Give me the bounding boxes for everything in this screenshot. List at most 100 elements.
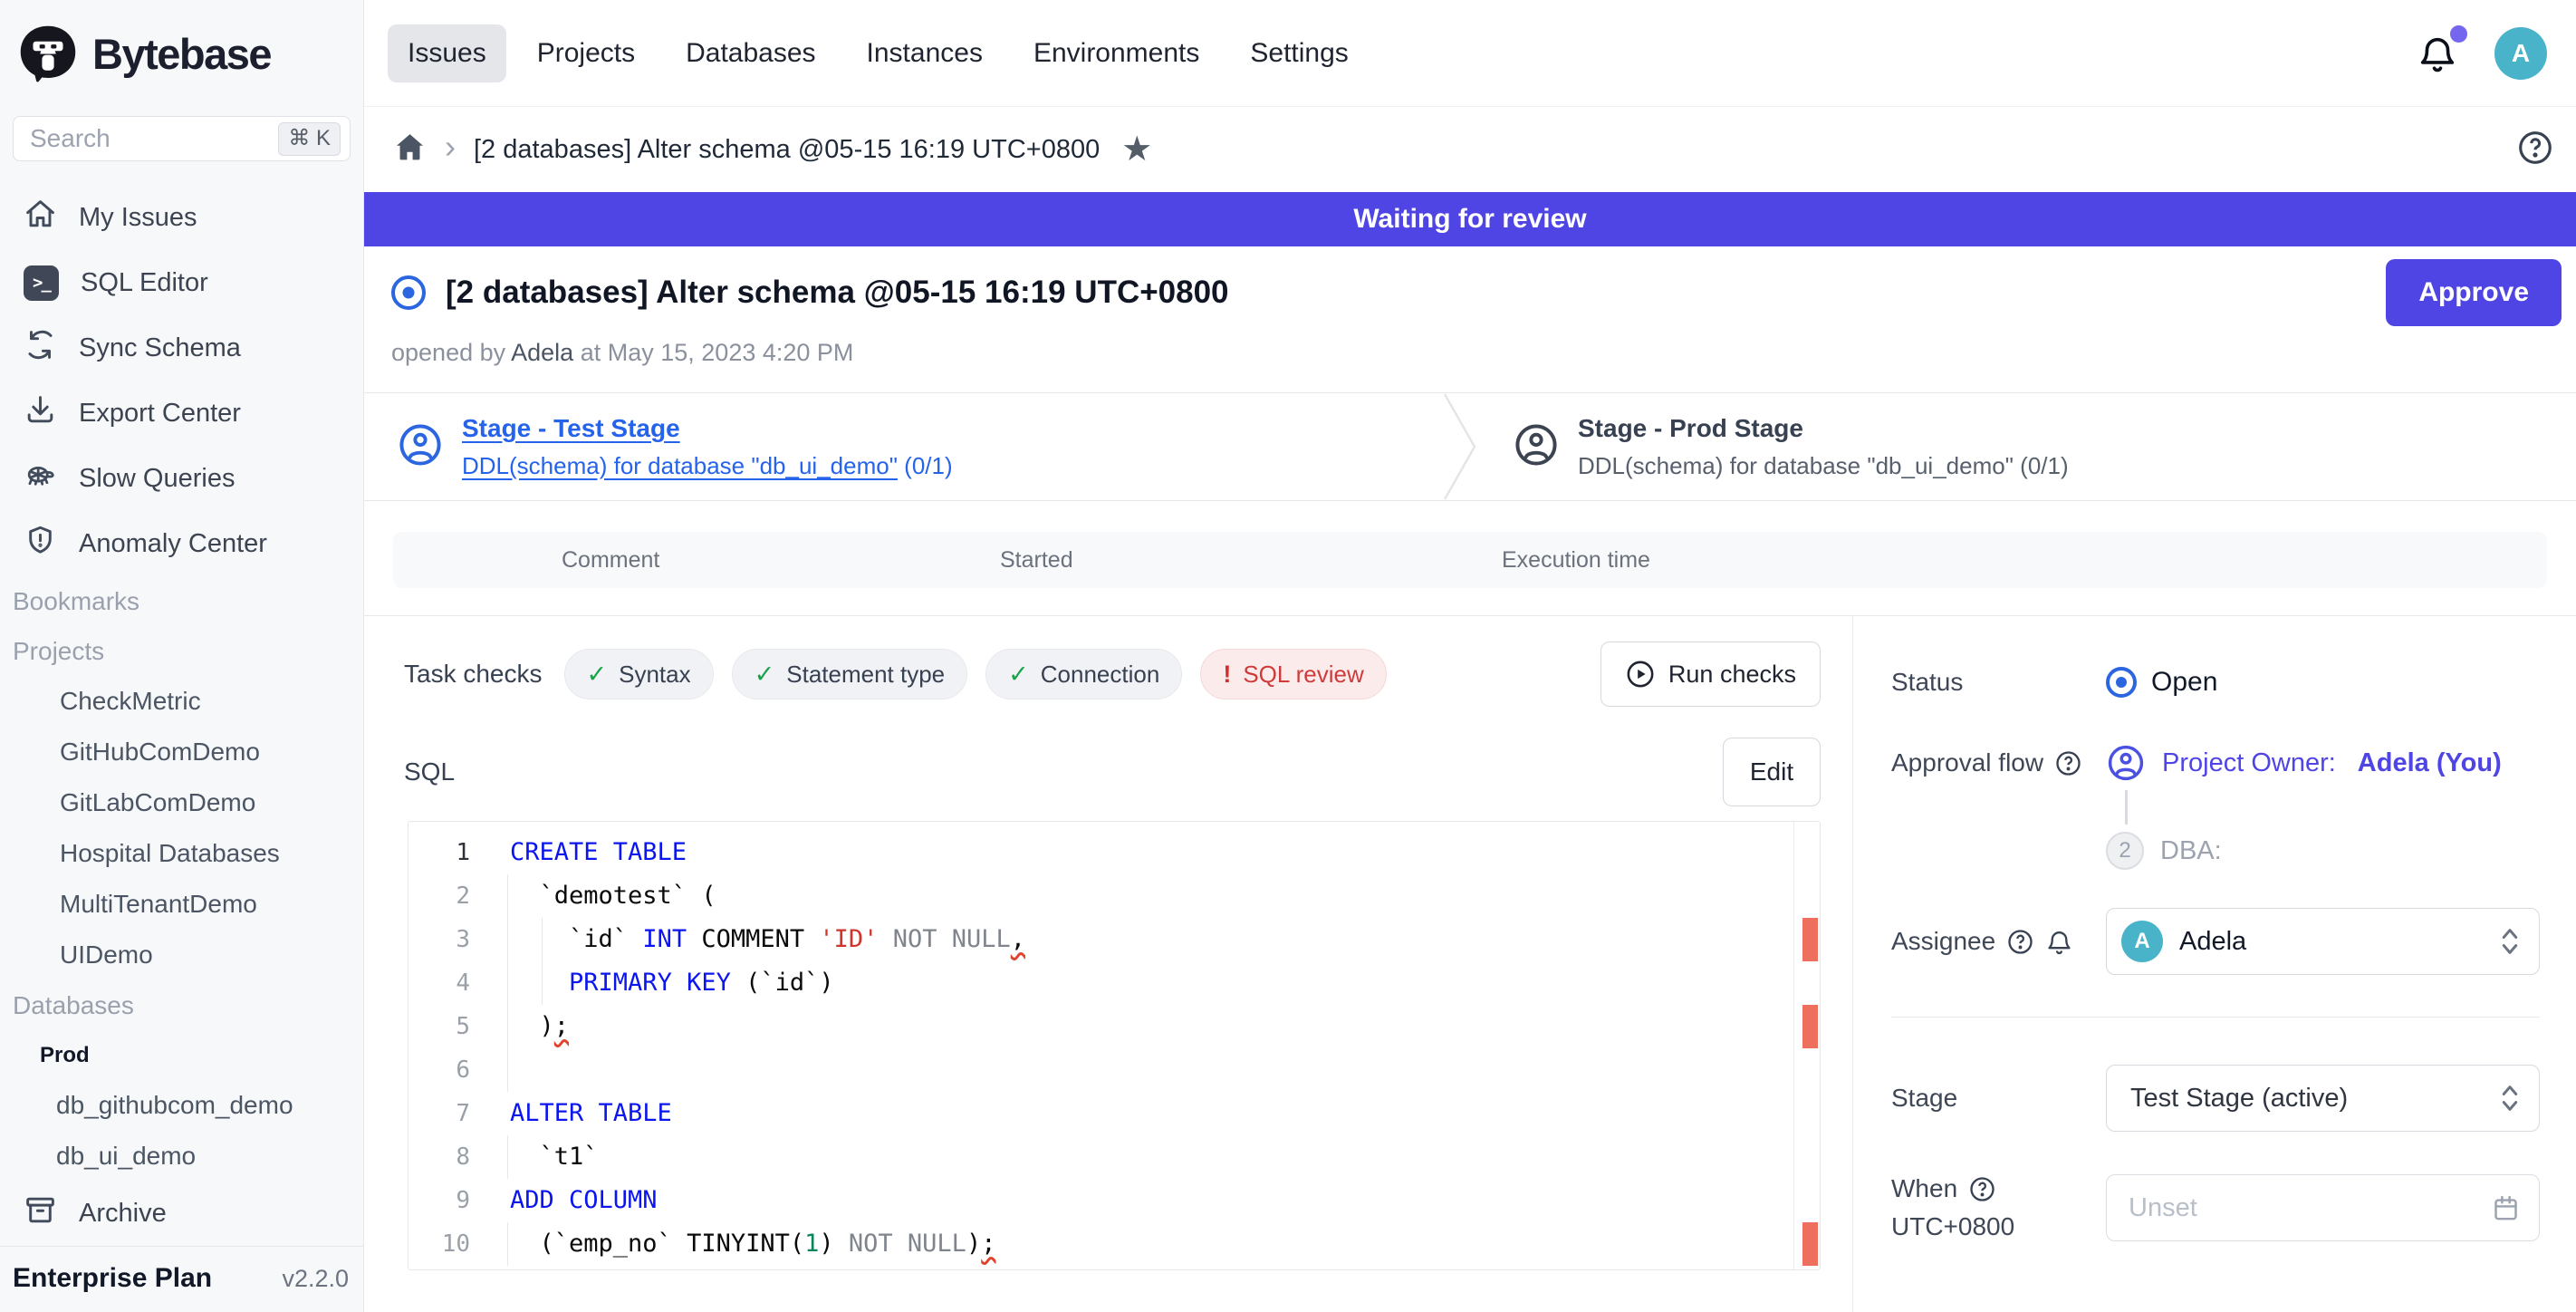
tab-projects[interactable]: Projects xyxy=(517,24,655,82)
sql-section-header: SQL Edit xyxy=(404,738,1821,806)
approval-flow-label: Approval flow xyxy=(1891,743,2106,777)
code-line-10[interactable]: 10 (`emp_no` TINYINT(1) NOT NULL); xyxy=(409,1222,1820,1266)
approval-step-role: DBA: xyxy=(2160,836,2222,866)
project-uidemo[interactable]: UIDemo xyxy=(0,930,363,980)
bookmark-star-icon[interactable]: ★ xyxy=(1121,132,1152,167)
run-checks-button[interactable]: Run checks xyxy=(1600,642,1821,707)
stage-name[interactable]: Stage - Test Stage xyxy=(462,414,953,443)
sidebar-item-slow-queries[interactable]: Slow Queries xyxy=(0,446,363,511)
notification-dot xyxy=(2450,25,2467,43)
stage-person-icon xyxy=(397,421,444,473)
help-icon[interactable] xyxy=(2054,749,2082,777)
sql-label: SQL xyxy=(404,757,455,786)
issue-sidebar: Status Open Approval flow Project xyxy=(1852,616,2576,1312)
stage-progress: (0/1) xyxy=(904,452,952,479)
sidebar-item-label: Sync Schema xyxy=(79,333,241,363)
chevron-updown-icon xyxy=(2499,1082,2521,1114)
code-line-1[interactable]: 1CREATE TABLE xyxy=(409,831,1820,874)
help-icon[interactable] xyxy=(2516,129,2554,171)
check-pill-label: Connection xyxy=(1041,661,1160,689)
sidebar-item-export-center[interactable]: Export Center xyxy=(0,381,363,446)
stage-card-test[interactable]: Stage - Test Stage DDL(schema) for datab… xyxy=(364,393,1442,500)
tab-settings[interactable]: Settings xyxy=(1230,24,1368,82)
sidebar-item-sync-schema[interactable]: Sync Schema xyxy=(0,315,363,381)
project-hospital-databases[interactable]: Hospital Databases xyxy=(0,828,363,879)
approver-icon xyxy=(2106,743,2146,783)
approve-button[interactable]: Approve xyxy=(2386,259,2562,326)
stage-task[interactable]: DDL(schema) for database "db_ui_demo" xyxy=(1578,452,2014,479)
notifications-bell-icon[interactable] xyxy=(2417,33,2458,74)
sidebar-item-label: Anomaly Center xyxy=(79,529,267,559)
breadcrumb-title[interactable]: [2 databases] Alter schema @05-15 16:19 … xyxy=(474,135,1100,165)
line-number: 9 xyxy=(409,1179,490,1222)
code-line-7[interactable]: 7ALTER TABLE xyxy=(409,1092,1820,1135)
sidebar-item-sql-editor[interactable]: >_SQL Editor xyxy=(0,250,363,315)
subscribe-bell-icon[interactable] xyxy=(2045,928,2073,956)
line-number: 6 xyxy=(409,1048,490,1092)
task-table-header: Comment Started Execution time xyxy=(393,532,2547,588)
assignee-row: Assignee A Adela xyxy=(1891,908,2540,975)
stage-card-prod[interactable]: Stage - Prod Stage DDL(schema) for datab… xyxy=(1480,393,2069,500)
project-githubcomdemo[interactable]: GitHubComDemo xyxy=(0,727,363,777)
status-banner-text: Waiting for review xyxy=(1353,204,1586,235)
database-db_ui_demo[interactable]: db_ui_demo xyxy=(0,1131,363,1182)
approval-step-assignee[interactable]: Adela (You) xyxy=(2358,748,2502,778)
bytebase-logo-icon xyxy=(18,24,78,83)
plan-footer[interactable]: Enterprise Plan v2.2.0 xyxy=(0,1246,363,1312)
tab-instances[interactable]: Instances xyxy=(847,24,1003,82)
project-gitlabcomdemo[interactable]: GitLabComDemo xyxy=(0,777,363,828)
stage-strip: Stage - Test Stage DDL(schema) for datab… xyxy=(364,392,2576,501)
code-line-9[interactable]: 9ADD COLUMN xyxy=(409,1179,1820,1222)
check-pill-sql-review[interactable]: !SQL review xyxy=(1200,649,1386,699)
sidebar-item-anomaly-center[interactable]: Anomaly Center xyxy=(0,511,363,576)
turtle-icon xyxy=(24,458,57,499)
schedule-input[interactable] xyxy=(2127,1192,2491,1224)
stage-name[interactable]: Stage - Prod Stage xyxy=(1578,414,2069,443)
shield-icon xyxy=(24,524,57,564)
code-line-4[interactable]: 4 PRIMARY KEY (`id`) xyxy=(409,961,1820,1005)
calendar-icon xyxy=(2491,1193,2521,1223)
check-pill-statement-type[interactable]: ✓Statement type xyxy=(732,649,968,699)
line-number: 5 xyxy=(409,1005,490,1048)
issue-header: [2 databases] Alter schema @05-15 16:19 … xyxy=(364,246,2576,367)
user-avatar[interactable]: A xyxy=(2494,27,2547,80)
code-line-8[interactable]: 8 `t1` xyxy=(409,1135,1820,1179)
sql-editor[interactable]: 1CREATE TABLE2 `demotest` (3 `id` INT CO… xyxy=(408,821,1821,1270)
code-line-6[interactable]: 6 xyxy=(409,1048,1820,1092)
logo[interactable]: Bytebase xyxy=(0,0,363,107)
byline-prefix: opened by xyxy=(391,339,505,366)
stage-label: Stage xyxy=(1891,1084,2106,1113)
stage-select[interactable]: Test Stage (active) xyxy=(2106,1065,2540,1132)
approval-step-1[interactable]: Project Owner: Adela (You) xyxy=(2106,743,2502,783)
code-line-5[interactable]: 5 ); xyxy=(409,1005,1820,1048)
search-box[interactable]: ⌘ K xyxy=(13,116,351,161)
line-number: 2 xyxy=(409,874,490,918)
code-line-3[interactable]: 3 `id` INT COMMENT 'ID' NOT NULL, xyxy=(409,918,1820,961)
sidebar-item-my-issues[interactable]: My Issues xyxy=(0,185,363,250)
sidebar-item-archive[interactable]: Archive xyxy=(0,1182,363,1246)
when-text: When xyxy=(1891,1174,1957,1203)
check-pill-syntax[interactable]: ✓Syntax xyxy=(564,649,714,699)
project-multitenantdemo[interactable]: MultiTenantDemo xyxy=(0,879,363,930)
database-db_githubcom_demo[interactable]: db_githubcom_demo xyxy=(0,1080,363,1131)
line-number: 7 xyxy=(409,1092,490,1135)
line-number: 4 xyxy=(409,961,490,1005)
assignee-select[interactable]: A Adela xyxy=(2106,908,2540,975)
schedule-datetime-field[interactable] xyxy=(2106,1174,2540,1241)
check-pill-connection[interactable]: ✓Connection xyxy=(985,649,1182,699)
sidebar-section-databases: Databases xyxy=(0,980,363,1030)
tab-issues[interactable]: Issues xyxy=(388,24,506,82)
tab-databases[interactable]: Databases xyxy=(666,24,835,82)
project-checkmetric[interactable]: CheckMetric xyxy=(0,676,363,727)
help-icon[interactable] xyxy=(1968,1175,1996,1203)
stage-task[interactable]: DDL(schema) for database "db_ui_demo" xyxy=(462,452,898,479)
edit-sql-button[interactable]: Edit xyxy=(1723,738,1821,806)
issue-byline: opened by Adela at May 15, 2023 4:20 PM xyxy=(391,339,2562,367)
tab-environments[interactable]: Environments xyxy=(1014,24,1219,82)
search-input[interactable] xyxy=(28,123,278,154)
code-line-2[interactable]: 2 `demotest` ( xyxy=(409,874,1820,918)
editor-error-mark xyxy=(1802,1005,1818,1048)
help-icon[interactable] xyxy=(2006,928,2034,956)
task-checks-row: Task checks ✓Syntax✓Statement type✓Conne… xyxy=(404,642,1821,707)
home-icon[interactable] xyxy=(393,130,427,169)
